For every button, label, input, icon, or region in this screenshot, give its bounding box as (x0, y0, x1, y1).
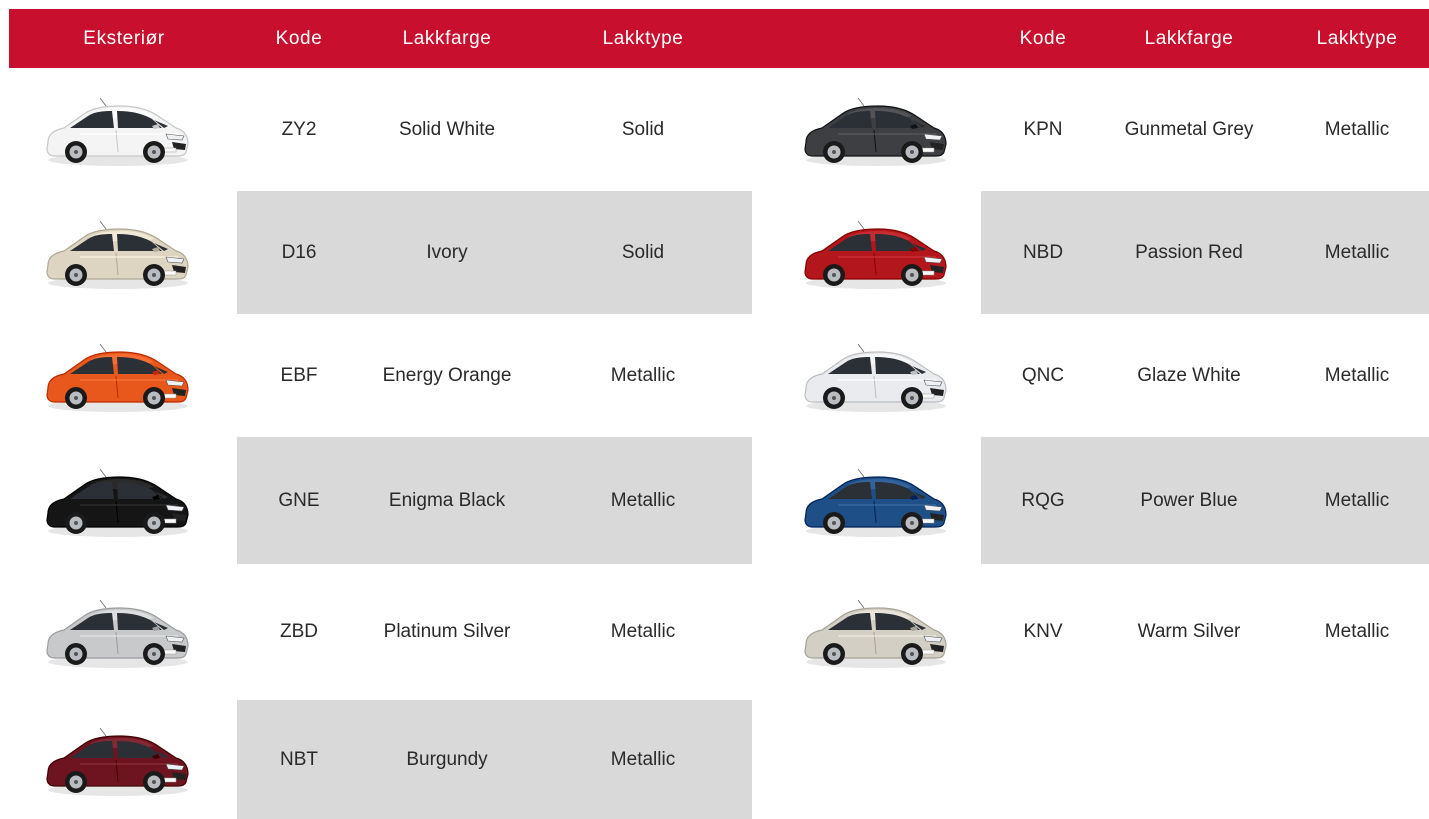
paint-type: Metallic (1324, 241, 1390, 263)
paint-color-name: Passion Red (1135, 241, 1243, 263)
header-right-type: Lakktype (1316, 28, 1398, 49)
paint-color-table: Eksteriør Kode Lakkfarge Lakktype Kode Lakkfa… (0, 0, 1429, 819)
paint-color-name: Burgundy (406, 748, 488, 770)
header-exterior: Eksteriør (83, 28, 165, 49)
paint-color-name: Warm Silver (1137, 621, 1241, 642)
header-left-type: Lakktype (602, 28, 684, 49)
paint-code: QNC (1021, 364, 1065, 386)
paint-type: Metallic (1324, 118, 1390, 140)
car-image-icon (798, 461, 948, 541)
car-image-icon (40, 720, 190, 800)
right-table-row: KPN Gunmetal Grey Metallic (0, 68, 1429, 191)
header-right-code: Kode (1019, 28, 1067, 49)
paint-color-name: Glaze White (1137, 364, 1241, 386)
paint-code: NBT (280, 748, 318, 770)
paint-code: NBD (1022, 241, 1064, 263)
paint-type: Metallic (1324, 621, 1390, 642)
car-image-icon (798, 90, 948, 170)
paint-type: Metallic (610, 748, 676, 770)
right-table-row: QNC Glaze White Metallic (0, 314, 1429, 437)
car-image-icon (798, 213, 948, 293)
right-table-row: RQG Power Blue Metallic (0, 437, 1429, 564)
paint-code: RQG (1021, 489, 1065, 511)
paint-type: Metallic (1324, 364, 1390, 386)
paint-color-name: Power Blue (1140, 489, 1238, 511)
header-left-color: Lakkfarge (402, 28, 492, 49)
header-right-color: Lakkfarge (1144, 28, 1234, 49)
car-image-icon (798, 336, 948, 416)
car-image-icon (798, 592, 948, 672)
paint-type: Metallic (1324, 489, 1390, 511)
header-left-code: Kode (275, 28, 323, 49)
paint-code: KNV (1023, 621, 1063, 642)
left-table-row: NBT Burgundy Metallic (0, 700, 1429, 819)
paint-code: KPN (1023, 118, 1063, 140)
right-table-row: NBD Passion Red Metallic (0, 191, 1429, 314)
paint-color-name: Gunmetal Grey (1124, 118, 1254, 140)
right-table-row: KNV Warm Silver Metallic (0, 564, 1429, 700)
